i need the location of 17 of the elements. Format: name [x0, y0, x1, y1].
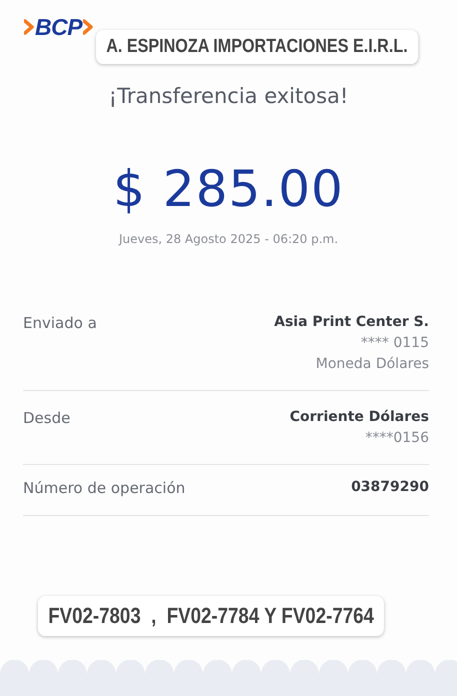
status-title: ¡Transferencia exitosa!: [108, 84, 350, 108]
overlay-label: FV02-7803 , FV02-7784 Y FV02-7764: [38, 596, 384, 636]
detail-value: Moneda Dólares: [316, 356, 429, 372]
logo: BCP: [35, 14, 82, 40]
amount: $ 285.00: [112, 160, 345, 218]
overlay-label: A. ESPINOZA IMPORTACIONES E.I.R.L.: [96, 30, 418, 64]
detail-value: 03879290: [351, 479, 429, 495]
chevron-icon: [83, 19, 94, 35]
detail-label: Desde: [23, 409, 70, 429]
detail-label: Número de operación: [23, 479, 186, 497]
detail-value: Corriente Dólares: [290, 409, 429, 425]
chevron-icon: [24, 19, 34, 35]
detail-value: **** 0115: [360, 335, 429, 351]
date-time: Jueves, 28 Agosto 2025 - 06:20 p.m.: [117, 232, 340, 246]
detail-label: Enviado a: [23, 314, 97, 334]
detail-value: ****0156: [365, 430, 429, 446]
detail-value: Asia Print Center S.: [274, 314, 429, 330]
